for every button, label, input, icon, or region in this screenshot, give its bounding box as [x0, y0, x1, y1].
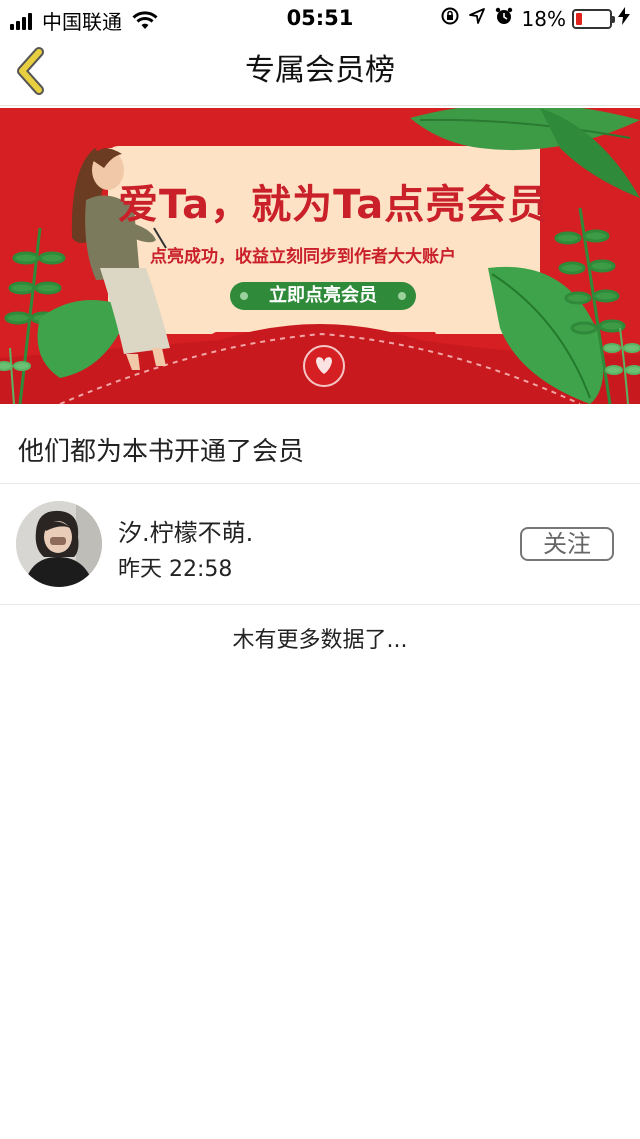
battery-level-fill	[576, 12, 582, 25]
page-title: 专属会员榜	[245, 53, 395, 88]
status-bar-right: 18%	[432, 6, 630, 31]
member-time: 昨天 22:58	[118, 557, 233, 582]
membership-banner[interactable]: 爱Ta，就为Ta点亮会员 点亮成功，收益立刻同步到作者大大账户 立即点亮会员	[0, 108, 640, 404]
member-list-item[interactable]: 汐.柠檬不萌. 昨天 22:58 关注	[0, 485, 640, 605]
light-up-membership-button[interactable]: 立即点亮会员	[230, 282, 416, 310]
status-bar: 中国联通 05:51 18%	[0, 0, 640, 36]
battery-percent: 18%	[521, 6, 566, 31]
banner-subtitle: 点亮成功，收益立刻同步到作者大大账户	[150, 247, 456, 267]
nav-bar: 专属会员榜	[0, 36, 640, 106]
alarm-icon	[494, 6, 514, 31]
no-more-data-text: 木有更多数据了...	[232, 628, 408, 653]
location-icon	[468, 7, 486, 30]
follow-button[interactable]: 关注	[520, 527, 614, 561]
member-name: 汐.柠檬不萌.	[118, 519, 254, 547]
charging-icon	[618, 7, 630, 30]
banner-headline: 爱Ta，就为Ta点亮会员	[118, 182, 549, 228]
rotation-lock-icon	[440, 6, 460, 31]
section-title: 他们都为本书开通了会员	[18, 437, 305, 467]
section-header: 他们都为本书开通了会员	[0, 404, 640, 484]
battery-icon	[572, 8, 615, 29]
avatar[interactable]	[16, 501, 102, 587]
avatar-image	[16, 501, 102, 587]
